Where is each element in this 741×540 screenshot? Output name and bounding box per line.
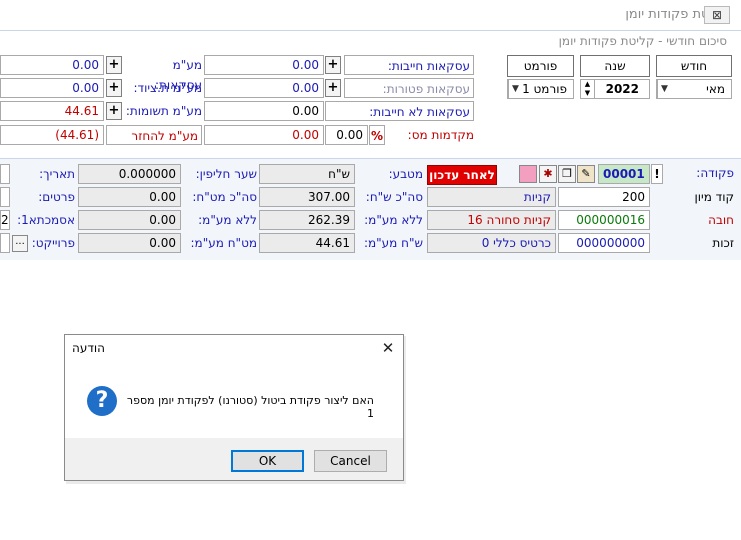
tax-advances-label: מקדמות מס:: [407, 128, 474, 142]
vat-transactions-label: מע"מ עסקאות:: [154, 58, 202, 92]
tax-advances-percent-field[interactable]: 0.00: [325, 125, 368, 145]
exempt-transactions-label: עסקאות פטורות:: [344, 78, 474, 98]
tax-advances-field[interactable]: 0.00: [204, 125, 324, 145]
after-update-badge: לאחר עדכון: [427, 165, 497, 185]
gear-icon[interactable]: ✱: [539, 165, 557, 183]
percent-label: %: [369, 125, 385, 145]
month-header: חודש: [656, 55, 732, 77]
color-swatch[interactable]: [519, 165, 537, 183]
no-vat-fx-field[interactable]: 0.00: [78, 210, 181, 230]
vat-inputs-label: מע"מ תשומות:: [125, 104, 202, 118]
no-vat-fx-label: ללא מע"מ:: [198, 213, 257, 227]
no-vat-label: ללא מע"מ:: [364, 213, 423, 227]
panel-title: סיכום חודשי - קליטת פקודות יומן: [558, 34, 727, 48]
credit-label: זכות: [712, 236, 734, 250]
total-nis-field[interactable]: 307.00: [259, 187, 355, 207]
plus-icon[interactable]: +: [106, 79, 122, 97]
total-fx-field[interactable]: 0.00: [78, 187, 181, 207]
ok-button[interactable]: OK: [231, 450, 304, 472]
exempt-transactions-field[interactable]: 0.00: [204, 78, 324, 98]
chevron-down-icon[interactable]: ▼: [508, 80, 522, 98]
currency-field[interactable]: ש"ח: [259, 164, 355, 184]
no-vat-field[interactable]: 262.39: [259, 210, 355, 230]
plus-icon[interactable]: +: [325, 79, 341, 97]
month-select-value: מאי: [706, 82, 725, 96]
month-select[interactable]: ▼ מאי: [656, 79, 732, 99]
date-label: תאריך:: [39, 167, 75, 181]
dialog-close-icon[interactable]: ✕: [378, 338, 398, 358]
vat-transactions-field[interactable]: 0.00: [0, 55, 104, 75]
vat-fx-label: מט"ח מע"מ:: [190, 236, 257, 250]
taxable-transactions-field[interactable]: 0.00: [204, 55, 324, 75]
taxable-transactions-label: עסקאות חייבות:: [344, 55, 474, 75]
vat-fx-field[interactable]: 0.00: [78, 233, 181, 253]
year-spinner[interactable]: ▲ ▼ 2022: [580, 79, 650, 99]
currency-label: מטבע:: [388, 167, 423, 181]
sort-code-name: קניות: [427, 187, 556, 207]
spin-arrows-icon[interactable]: ▲ ▼: [581, 80, 595, 98]
sort-code-label: קוד מיון: [694, 190, 734, 204]
date-field[interactable]: [0, 164, 10, 184]
credit-account-name: כרטיס כללי 0: [427, 233, 556, 253]
vat-refund-field[interactable]: (44.61): [0, 125, 104, 145]
debit-account-name: קניות סחורה 16: [427, 210, 556, 230]
reference-field[interactable]: 21: [0, 210, 10, 230]
project-label: פרוייקט:: [31, 236, 75, 250]
voucher-label: פקודה:: [696, 166, 734, 180]
dialog-title: הודעה: [72, 341, 106, 355]
format-header: פורמט: [507, 55, 574, 77]
format-select-value: פורמט 1: [522, 82, 567, 96]
window-close-button[interactable]: ⊠: [704, 6, 730, 24]
plus-icon[interactable]: +: [106, 102, 122, 120]
vat-inputs-field[interactable]: 44.61: [0, 101, 104, 121]
project-field[interactable]: [0, 233, 10, 253]
cancel-button[interactable]: Cancel: [314, 450, 387, 472]
year-value: 2022: [605, 82, 639, 96]
debit-label: חובה: [708, 213, 734, 227]
question-icon: ?: [87, 386, 117, 416]
details-field[interactable]: [0, 187, 10, 207]
credit-account-field[interactable]: 000000000: [558, 233, 650, 253]
nontaxable-transactions-field[interactable]: 0.00: [204, 101, 324, 121]
vat-equipment-field[interactable]: 0.00: [0, 78, 104, 98]
sort-code-field[interactable]: 200: [558, 187, 650, 207]
details-label: פרטים:: [38, 190, 75, 204]
project-lookup-button[interactable]: ...: [12, 235, 28, 252]
vat-equipment-label: מע"מ ת.ציוד:: [133, 81, 202, 95]
vat-nis-label: ש"ח מע"מ:: [363, 236, 423, 250]
year-header: שנה: [580, 55, 650, 77]
copy-icon[interactable]: ❐: [558, 165, 576, 183]
format-select[interactable]: ▼ פורמט 1: [507, 79, 574, 99]
dialog-message: האם ליצור פקודת ביטול (סטורנו) לפקודת יו…: [126, 394, 374, 420]
chevron-down-icon[interactable]: ▼: [657, 80, 671, 98]
total-nis-label: סה"כ ש"ח:: [365, 190, 423, 204]
nontaxable-transactions-label: עסקאות לא חייבות:: [325, 101, 474, 121]
total-fx-label: סה"כ מט"ח:: [192, 190, 257, 204]
vat-nis-field[interactable]: 44.61: [259, 233, 355, 253]
exchange-rate-label: שער חליפין:: [195, 167, 257, 181]
reference-label: אסמכתא1:: [17, 213, 75, 227]
exchange-rate-field[interactable]: 0.000000: [78, 164, 181, 184]
exclamation-icon[interactable]: !: [651, 164, 663, 184]
plus-icon[interactable]: +: [325, 56, 341, 74]
plus-icon[interactable]: +: [106, 56, 122, 74]
pencil-icon[interactable]: ✎: [577, 165, 595, 183]
vat-refund-label: מע"מ להחזר: [106, 125, 202, 145]
debit-account-field[interactable]: 000000016: [558, 210, 650, 230]
voucher-number-field[interactable]: 00001: [598, 164, 650, 184]
